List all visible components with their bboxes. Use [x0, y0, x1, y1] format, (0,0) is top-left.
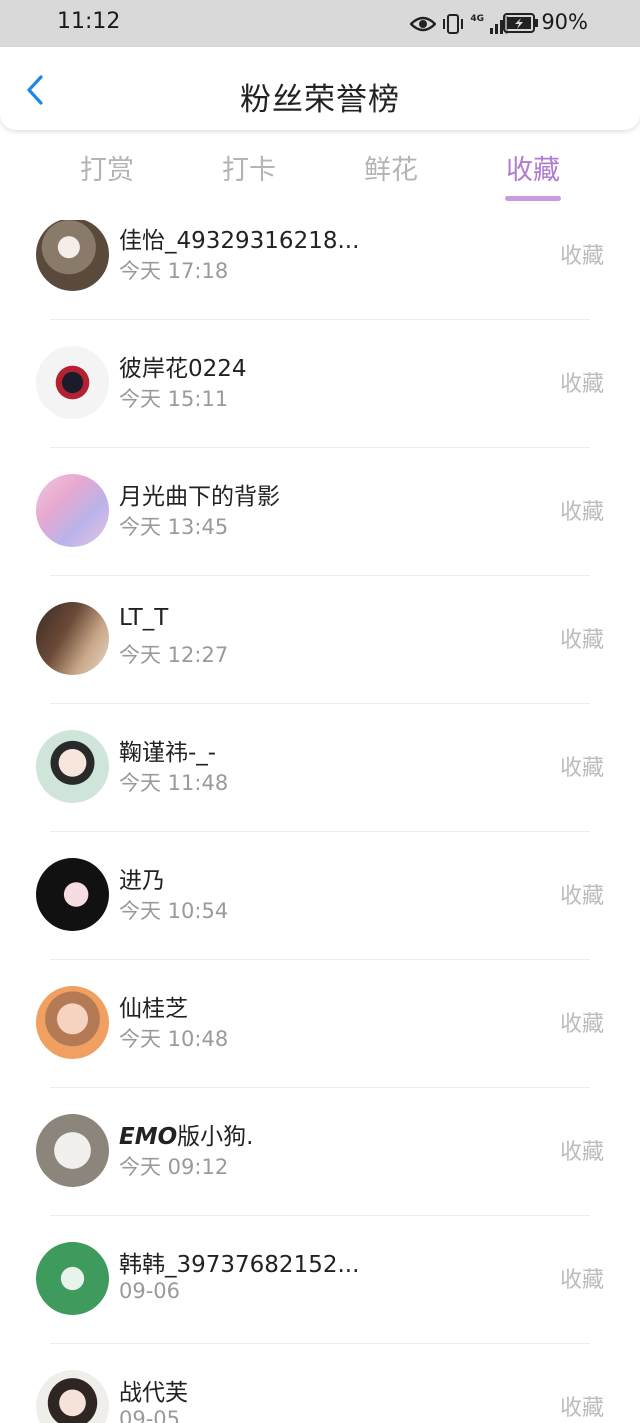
list-item[interactable]: 佳怡_49329316218... 今天 17:18 收藏 — [0, 220, 640, 320]
battery-percent: 90% — [541, 10, 588, 34]
list-item[interactable]: 鞠谨祎-_- 今天 11:48 收藏 — [0, 704, 640, 832]
fan-list[interactable]: 佳怡_49329316218... 今天 17:18 收藏 彼岸花0224 今天… — [0, 220, 640, 1423]
list-item[interactable]: 进乃 今天 10:54 收藏 — [0, 832, 640, 960]
timestamp: 今天 11:48 — [119, 771, 229, 795]
username: 战代芙 — [119, 1380, 188, 1406]
avatar — [36, 220, 109, 291]
avatar — [36, 1370, 109, 1423]
eye-icon — [410, 16, 437, 32]
tab-favorites[interactable]: 收藏 — [483, 148, 583, 187]
action-label: 收藏 — [559, 372, 604, 397]
action-label: 收藏 — [559, 1268, 604, 1293]
battery-icon — [503, 13, 538, 33]
timestamp: 今天 12:27 — [119, 643, 229, 667]
username: EMO版小狗. — [119, 1124, 254, 1150]
timestamp: 今天 13:45 — [119, 515, 229, 539]
avatar — [36, 346, 109, 419]
username: 鞠谨祎-_- — [119, 740, 217, 766]
status-bar: 11:12 4G 90% — [0, 0, 640, 47]
list-item[interactable]: EMO版小狗. 今天 09:12 收藏 — [0, 1088, 640, 1216]
avatar — [36, 730, 109, 803]
avatar — [36, 858, 109, 931]
tab-checkin[interactable]: 打卡 — [199, 148, 299, 187]
username: 彼岸花0224 — [119, 356, 247, 382]
tab-bar: 打赏 打卡 鲜花 收藏 — [0, 140, 640, 204]
username: 仙桂芝 — [119, 996, 188, 1022]
avatar — [36, 474, 109, 547]
list-item[interactable]: 彼岸花0224 今天 15:11 收藏 — [0, 320, 640, 448]
action-label: 收藏 — [559, 1396, 604, 1421]
list-item[interactable]: LT_T 今天 12:27 收藏 — [0, 576, 640, 704]
list-item[interactable]: 韩韩_39737682152... 09-06 收藏 — [0, 1216, 640, 1344]
action-label: 收藏 — [559, 628, 604, 653]
active-tab-indicator — [505, 196, 561, 201]
action-label: 收藏 — [559, 884, 604, 909]
network-label: 4G — [470, 13, 484, 24]
timestamp: 今天 15:11 — [119, 387, 229, 411]
tab-flowers[interactable]: 鲜花 — [341, 148, 441, 187]
username: LT_T — [119, 605, 169, 631]
avatar — [36, 1114, 109, 1187]
list-item[interactable]: 战代芙 09-05 收藏 — [0, 1344, 640, 1423]
action-label: 收藏 — [559, 756, 604, 781]
timestamp: 今天 17:18 — [119, 259, 229, 283]
status-icons: 4G — [410, 9, 510, 39]
avatar — [36, 602, 109, 675]
action-label: 收藏 — [559, 1140, 604, 1165]
timestamp: 09-06 — [119, 1279, 181, 1303]
timestamp: 今天 09:12 — [119, 1155, 229, 1179]
list-item[interactable]: 仙桂芝 今天 10:48 收藏 — [0, 960, 640, 1088]
avatar — [36, 986, 109, 1059]
timestamp: 09-05 — [119, 1407, 181, 1423]
username: 进乃 — [119, 868, 165, 894]
status-time: 11:12 — [57, 9, 121, 34]
username: 佳怡_49329316218... — [119, 228, 360, 254]
username: 月光曲下的背影 — [119, 484, 280, 510]
timestamp: 今天 10:48 — [119, 1027, 229, 1051]
tab-reward[interactable]: 打赏 — [57, 148, 157, 187]
avatar — [36, 1242, 109, 1315]
vibrate-icon — [443, 14, 464, 34]
page-title: 粉丝荣誉榜 — [240, 82, 400, 118]
action-label: 收藏 — [559, 500, 604, 525]
action-label: 收藏 — [559, 1012, 604, 1037]
timestamp: 今天 10:54 — [119, 899, 229, 923]
header: 粉丝荣誉榜 — [0, 47, 640, 130]
action-label: 收藏 — [559, 244, 604, 269]
list-item[interactable]: 月光曲下的背影 今天 13:45 收藏 — [0, 448, 640, 576]
username: 韩韩_39737682152... — [119, 1252, 360, 1278]
